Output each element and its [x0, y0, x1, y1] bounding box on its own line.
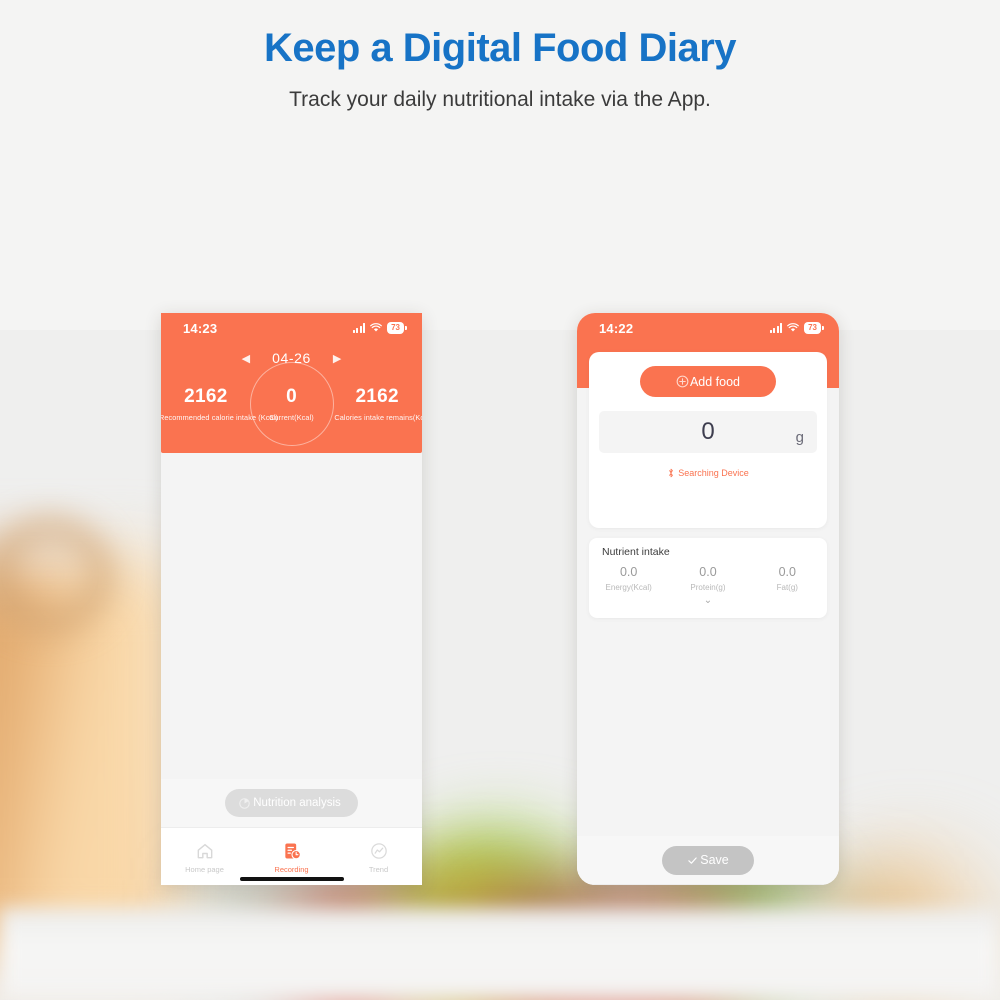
tab-trend[interactable]: Trend	[335, 828, 422, 885]
chevron-right-icon[interactable]: ▶	[333, 352, 341, 365]
nutrient-value: 0.0	[699, 565, 717, 579]
status-bar-right: 14:22 73	[577, 313, 839, 343]
save-button[interactable]: Save	[662, 845, 754, 875]
wifi-icon	[370, 323, 383, 332]
device-status[interactable]: Searching Device	[667, 468, 749, 478]
screen-food-scale: 14:22 73 Food Scale	[577, 313, 839, 885]
stat-value: 2162	[355, 386, 399, 407]
home-indicator	[239, 877, 344, 881]
status-indicators: 73	[352, 322, 407, 334]
weight-unit: g	[795, 429, 804, 446]
status-bar-left: 14:23 73	[161, 313, 422, 343]
tab-label: Trend	[368, 865, 389, 874]
nutrition-analysis-button[interactable]: Nutrition analysis	[225, 789, 358, 817]
nutrient-values-row: 0.0 Energy(Kcal) 0.0 Protein(g) 0.0 Fat(…	[589, 565, 827, 592]
nutrient-protein: 0.0 Protein(g)	[668, 565, 747, 592]
nutrient-label: Fat(g)	[776, 583, 798, 592]
nutrient-energy: 0.0 Energy(Kcal)	[589, 565, 668, 592]
right-action-bar: Save	[577, 836, 839, 884]
page-heading-block: Keep a Digital Food Diary Track your dai…	[0, 26, 1000, 112]
scale-card: Add food 0 g Searching Device	[589, 352, 827, 528]
nutrient-label: Protein(g)	[690, 583, 726, 592]
food-scale-body: Add food 0 g Searching Device Nutrient i…	[577, 352, 839, 836]
nutrient-label: Energy(Kcal)	[605, 583, 652, 592]
page-title: Keep a Digital Food Diary	[263, 26, 737, 70]
tabbar-left: Home page Recording Trend	[161, 827, 422, 885]
battery-indicator: 73	[387, 322, 407, 334]
check-icon	[688, 856, 697, 864]
add-food-button[interactable]: Add food	[640, 366, 776, 397]
cellular-signal-icon	[769, 323, 783, 333]
stat-current-intake: 0 Current(Kcal)	[249, 386, 335, 422]
chevron-down-icon[interactable]: ⌄	[589, 595, 827, 606]
stat-label: Recommended calorie intake (Kcal)	[161, 413, 278, 422]
status-time: 14:23	[183, 320, 218, 336]
status-indicators: 73	[769, 322, 824, 334]
bluetooth-icon	[669, 468, 674, 478]
calorie-summary-header: 14:23 73 ◀ 04-26 ▶ 2162 Recommended calo…	[161, 313, 422, 453]
document-clock-icon	[284, 843, 301, 860]
battery-indicator: 73	[804, 322, 824, 334]
stat-recommended-intake: 2162 Recommended calorie intake (Kcal)	[161, 386, 278, 422]
device-status-label: Searching Device	[678, 468, 749, 478]
nutrient-value: 0.0	[778, 565, 796, 579]
stat-value: 2162	[184, 386, 228, 407]
current-date-label: 04-26	[272, 350, 311, 366]
tabbar-right: Home page Recording Trend	[577, 884, 839, 885]
phone-mockup-right: 14:22 73 Food Scale	[577, 313, 839, 885]
date-navigator[interactable]: ◀ 04-26 ▶	[161, 350, 422, 366]
tab-label: Recording	[274, 865, 309, 874]
screen-recording: 14:23 73 ◀ 04-26 ▶ 2162 Recommended calo…	[161, 313, 422, 885]
wifi-icon	[787, 323, 800, 332]
page-subtitle: Track your daily nutritional intake via …	[289, 88, 711, 111]
cellular-signal-icon	[352, 323, 366, 333]
phone-mockup-left: 14:23 73 ◀ 04-26 ▶ 2162 Recommended calo…	[161, 313, 422, 885]
weight-display: 0 g	[599, 411, 817, 453]
status-time: 14:22	[599, 320, 634, 336]
nutrient-value: 0.0	[619, 565, 638, 579]
nutrient-intake-card: Nutrient intake 0.0 Energy(Kcal) 0.0 Pro…	[589, 538, 827, 618]
pie-chart-icon	[239, 797, 250, 809]
tab-label: Home page	[185, 865, 224, 874]
left-action-bar: Nutrition analysis	[161, 779, 422, 827]
nutrient-card-title: Nutrient intake	[602, 546, 670, 558]
background-food-photo	[0, 0, 1000, 1000]
calorie-stats-row: 2162 Recommended calorie intake (Kcal) 0…	[161, 362, 422, 446]
weight-value: 0	[701, 418, 715, 445]
recording-empty-content	[161, 453, 422, 779]
stat-label: Calories intake remains(Kcal)	[334, 413, 422, 422]
trend-chart-icon	[370, 843, 387, 859]
tab-home-page[interactable]: Home page	[161, 828, 248, 885]
add-food-label: Add food	[689, 374, 741, 389]
nutrition-analysis-label: Nutrition analysis	[253, 797, 341, 809]
chevron-left-icon[interactable]: ◀	[242, 352, 250, 365]
nutrient-fat: 0.0 Fat(g)	[748, 565, 827, 592]
stat-value: 0	[286, 386, 297, 407]
bg-countertop	[0, 908, 1000, 1000]
stat-label: Current(Kcal)	[269, 413, 314, 422]
plus-circle-icon	[676, 375, 689, 388]
save-label: Save	[700, 853, 729, 867]
home-icon	[197, 843, 212, 859]
stat-remaining-intake: 2162 Calories intake remains(Kcal)	[334, 386, 422, 422]
